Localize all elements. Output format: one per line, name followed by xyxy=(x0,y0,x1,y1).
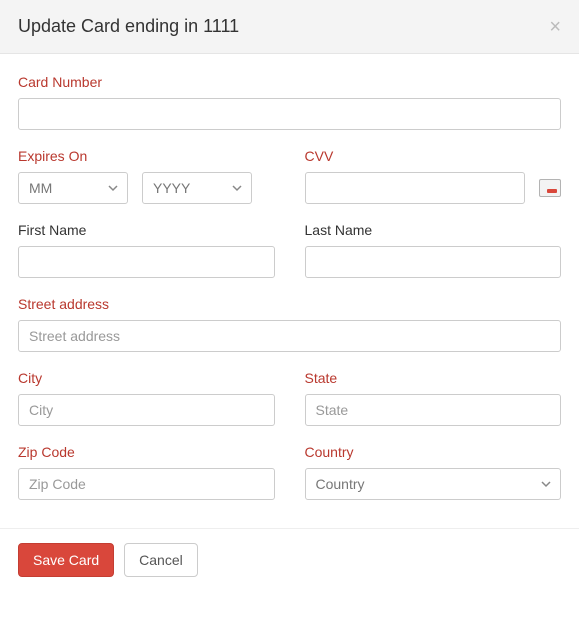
expiry-year-select[interactable]: YYYY xyxy=(142,172,252,204)
cvv-label: CVV xyxy=(305,148,562,164)
dialog-header: Update Card ending in 1111 × xyxy=(0,0,579,54)
dialog-title: Update Card ending in 1111 xyxy=(18,16,239,37)
first-name-label: First Name xyxy=(18,222,275,238)
street-address-label: Street address xyxy=(18,296,561,312)
card-number-label: Card Number xyxy=(18,74,561,90)
state-label: State xyxy=(305,370,562,386)
save-card-button[interactable]: Save Card xyxy=(18,543,114,577)
country-label: Country xyxy=(305,444,562,460)
close-icon: × xyxy=(549,16,561,38)
last-name-input[interactable] xyxy=(305,246,562,278)
cvv-input[interactable] xyxy=(305,172,525,204)
first-name-input[interactable] xyxy=(18,246,275,278)
expires-on-label: Expires On xyxy=(18,148,275,164)
street-address-input[interactable] xyxy=(18,320,561,352)
expiry-month-select[interactable]: MM xyxy=(18,172,128,204)
cancel-button[interactable]: Cancel xyxy=(124,543,198,577)
country-select[interactable]: Country xyxy=(305,468,562,500)
close-button[interactable]: × xyxy=(549,17,561,37)
zip-code-input[interactable] xyxy=(18,468,275,500)
zip-code-label: Zip Code xyxy=(18,444,275,460)
credit-card-icon xyxy=(539,179,561,197)
dialog-body: Card Number Expires On MM YYYY xyxy=(0,54,579,528)
card-number-input[interactable] xyxy=(18,98,561,130)
city-label: City xyxy=(18,370,275,386)
city-input[interactable] xyxy=(18,394,275,426)
last-name-label: Last Name xyxy=(305,222,562,238)
dialog-footer: Save Card Cancel xyxy=(0,528,579,599)
state-input[interactable] xyxy=(305,394,562,426)
